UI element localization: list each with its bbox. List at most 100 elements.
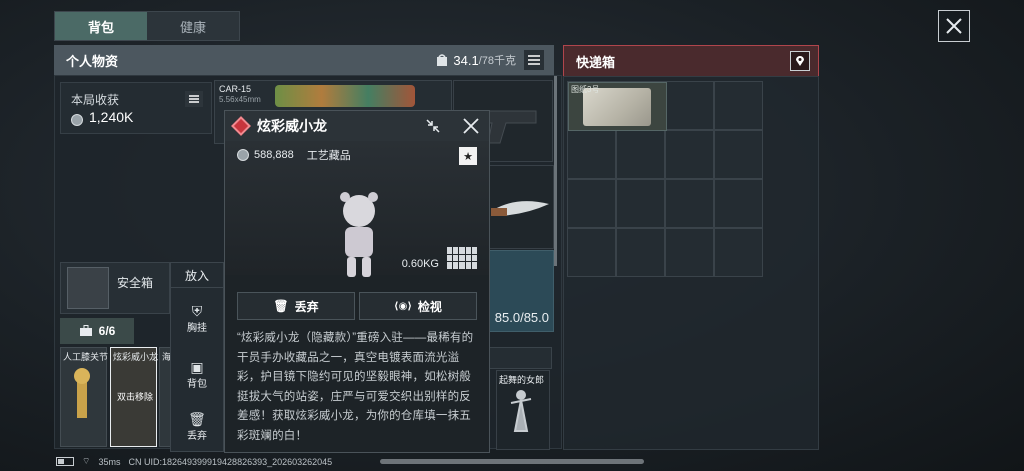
action-label: 背包 [187, 378, 207, 390]
uid-text: CN UID:18264939991942882639​3_2026032620… [128, 456, 333, 467]
trash-icon: 🗑 [273, 299, 289, 313]
item-title: 炫彩威小龙 [257, 118, 327, 134]
popup-close-button[interactable] [461, 116, 481, 136]
home-indicator [380, 459, 644, 464]
grid-cell[interactable] [714, 130, 763, 179]
grid-cell[interactable] [616, 228, 665, 277]
put-in-backpack-button[interactable]: ▣ 背包 [171, 353, 223, 395]
earnings-value: 1,240K [89, 109, 134, 125]
slot-item-selected[interactable]: 炫彩威小龙 双击移除 [110, 347, 159, 447]
discard-label: 丢弃 [294, 299, 319, 314]
melee-slot[interactable] [486, 165, 554, 249]
item-size-grid-icon [447, 247, 477, 269]
slots-count-tab[interactable]: 6/6 [60, 318, 134, 344]
tab-backpack[interactable]: 背包 [55, 12, 147, 40]
coin-icon [237, 149, 249, 161]
item-description: “炫彩威小龙（隐藏款）”重磅入驻——最稀有的干员手办收藏品之一，真空电镀表面流光… [237, 332, 474, 442]
blueprint-label: 图纸3号 [571, 85, 600, 94]
action-label: 胸挂 [187, 322, 207, 334]
popup-buttons: 🗑 丢弃 ⟨◉⟩ 检视 [237, 292, 477, 320]
close-icon [946, 18, 962, 34]
grid-cell[interactable] [714, 81, 763, 130]
safe-box-icon [67, 267, 109, 309]
quick-box-title: 快递箱 [576, 54, 616, 70]
statue-label: 起舞的女郎 [499, 375, 545, 385]
star-icon: ★ [463, 150, 473, 163]
status-bar: ⌔ 35ms CN UID:18264939991942882639​3_202… [56, 456, 332, 467]
action-menu-header: 放入 [171, 263, 223, 288]
inventory-scrollbar[interactable] [554, 76, 557, 266]
put-in-vest-button[interactable]: ⛨ 胸挂 [171, 297, 223, 339]
favorite-button[interactable]: ★ [459, 147, 477, 165]
sort-button[interactable] [524, 50, 544, 70]
inspect-label: 检视 [417, 299, 442, 314]
knee-joint-icon [74, 368, 90, 418]
safe-box-slot[interactable]: 安全箱 [60, 262, 170, 314]
earnings-list-button[interactable] [185, 91, 203, 107]
top-tabs: 背包 健康 [54, 11, 240, 41]
earnings-card: 本局收获 1,240K [60, 82, 212, 134]
grid-cell[interactable] [616, 130, 665, 179]
weight-capacity: /78千克 [478, 55, 516, 67]
grid-cell[interactable] [665, 228, 714, 277]
weight-value: 34.1 [453, 52, 479, 68]
popup-header: 炫彩威小龙 [225, 111, 489, 141]
grid-cell[interactable] [567, 228, 616, 277]
armor-durability: 85.0/85.0 [494, 310, 549, 325]
action-menu: 放入 ⛨ 胸挂 ▣ 背包 🗑 丢弃 [170, 262, 224, 452]
grid-cell[interactable] [567, 130, 616, 179]
discard-button[interactable]: 🗑 丢弃 [237, 292, 355, 320]
grid-cell[interactable] [567, 179, 616, 228]
double-click-remove-hint: 双击移除 [117, 392, 154, 402]
backpack-icon: ▣ [190, 358, 204, 375]
item-detail-popup: 炫彩威小龙 588,888 工艺藏品 ★ 0.60KG 🗑 丢弃 ⟨◉⟩ 检视 … [224, 110, 490, 453]
weight-icon [437, 54, 448, 66]
wifi-icon: ⌔ [82, 456, 91, 466]
list-icon [189, 95, 199, 103]
location-pin-icon [796, 56, 804, 66]
action-label: 丢弃 [187, 430, 207, 442]
grid-cell[interactable] [714, 179, 763, 228]
slot-label: 人工膝关节 [63, 352, 109, 362]
statue-item[interactable]: 起舞的女郎 [496, 370, 550, 450]
collapse-icon [426, 119, 440, 133]
locate-button[interactable] [790, 51, 810, 71]
weapon-name: CAR-15 [219, 84, 252, 94]
personal-panel-title: 个人物资 [66, 53, 119, 69]
grid-cell[interactable] [665, 130, 714, 179]
earnings-label: 本局收获 [71, 93, 120, 107]
personal-panel-header: 个人物资 34.1 /78千克 [54, 45, 554, 75]
safe-box-label: 安全箱 [117, 276, 154, 290]
case-icon [79, 325, 92, 336]
close-icon [463, 118, 479, 134]
coin-icon [71, 111, 83, 129]
tab-health[interactable]: 健康 [147, 12, 239, 40]
inspect-icon: ⟨◉⟩ [394, 300, 412, 312]
grid-cell[interactable] [665, 81, 714, 130]
rifle-image [275, 85, 415, 107]
list-icon [528, 55, 540, 65]
slot-item[interactable]: 人工膝关节 [60, 347, 109, 447]
blueprint-item[interactable]: 图纸3号 [568, 82, 667, 131]
grid-cell[interactable] [665, 179, 714, 228]
vest-icon: ⛨ [191, 302, 203, 319]
battery-icon [56, 457, 74, 466]
collapse-button[interactable] [423, 116, 443, 136]
weapon-caliber: 5.56x45mm [219, 95, 261, 104]
dragon-figure-icon [340, 192, 378, 277]
slot-label: 炫彩威小龙 [113, 352, 159, 362]
slots-count: 6/6 [98, 324, 116, 338]
knife-icon [491, 201, 549, 216]
weight-display: 34.1 /78千克 [436, 52, 516, 68]
quick-box-header: 快递箱 [563, 45, 819, 77]
ping-value: 35ms [98, 456, 121, 467]
item-price: 588,888 [254, 149, 294, 161]
discard-action-button[interactable]: 🗑 丢弃 [171, 405, 223, 447]
close-button[interactable] [938, 10, 970, 42]
item-weight: 0.60KG [401, 258, 439, 270]
price-row: 588,888 工艺藏品 [237, 147, 351, 163]
grid-cell[interactable] [714, 228, 763, 277]
item-category: 工艺藏品 [306, 150, 351, 162]
inspect-button[interactable]: ⟨◉⟩ 检视 [359, 292, 477, 320]
grid-cell[interactable] [616, 179, 665, 228]
